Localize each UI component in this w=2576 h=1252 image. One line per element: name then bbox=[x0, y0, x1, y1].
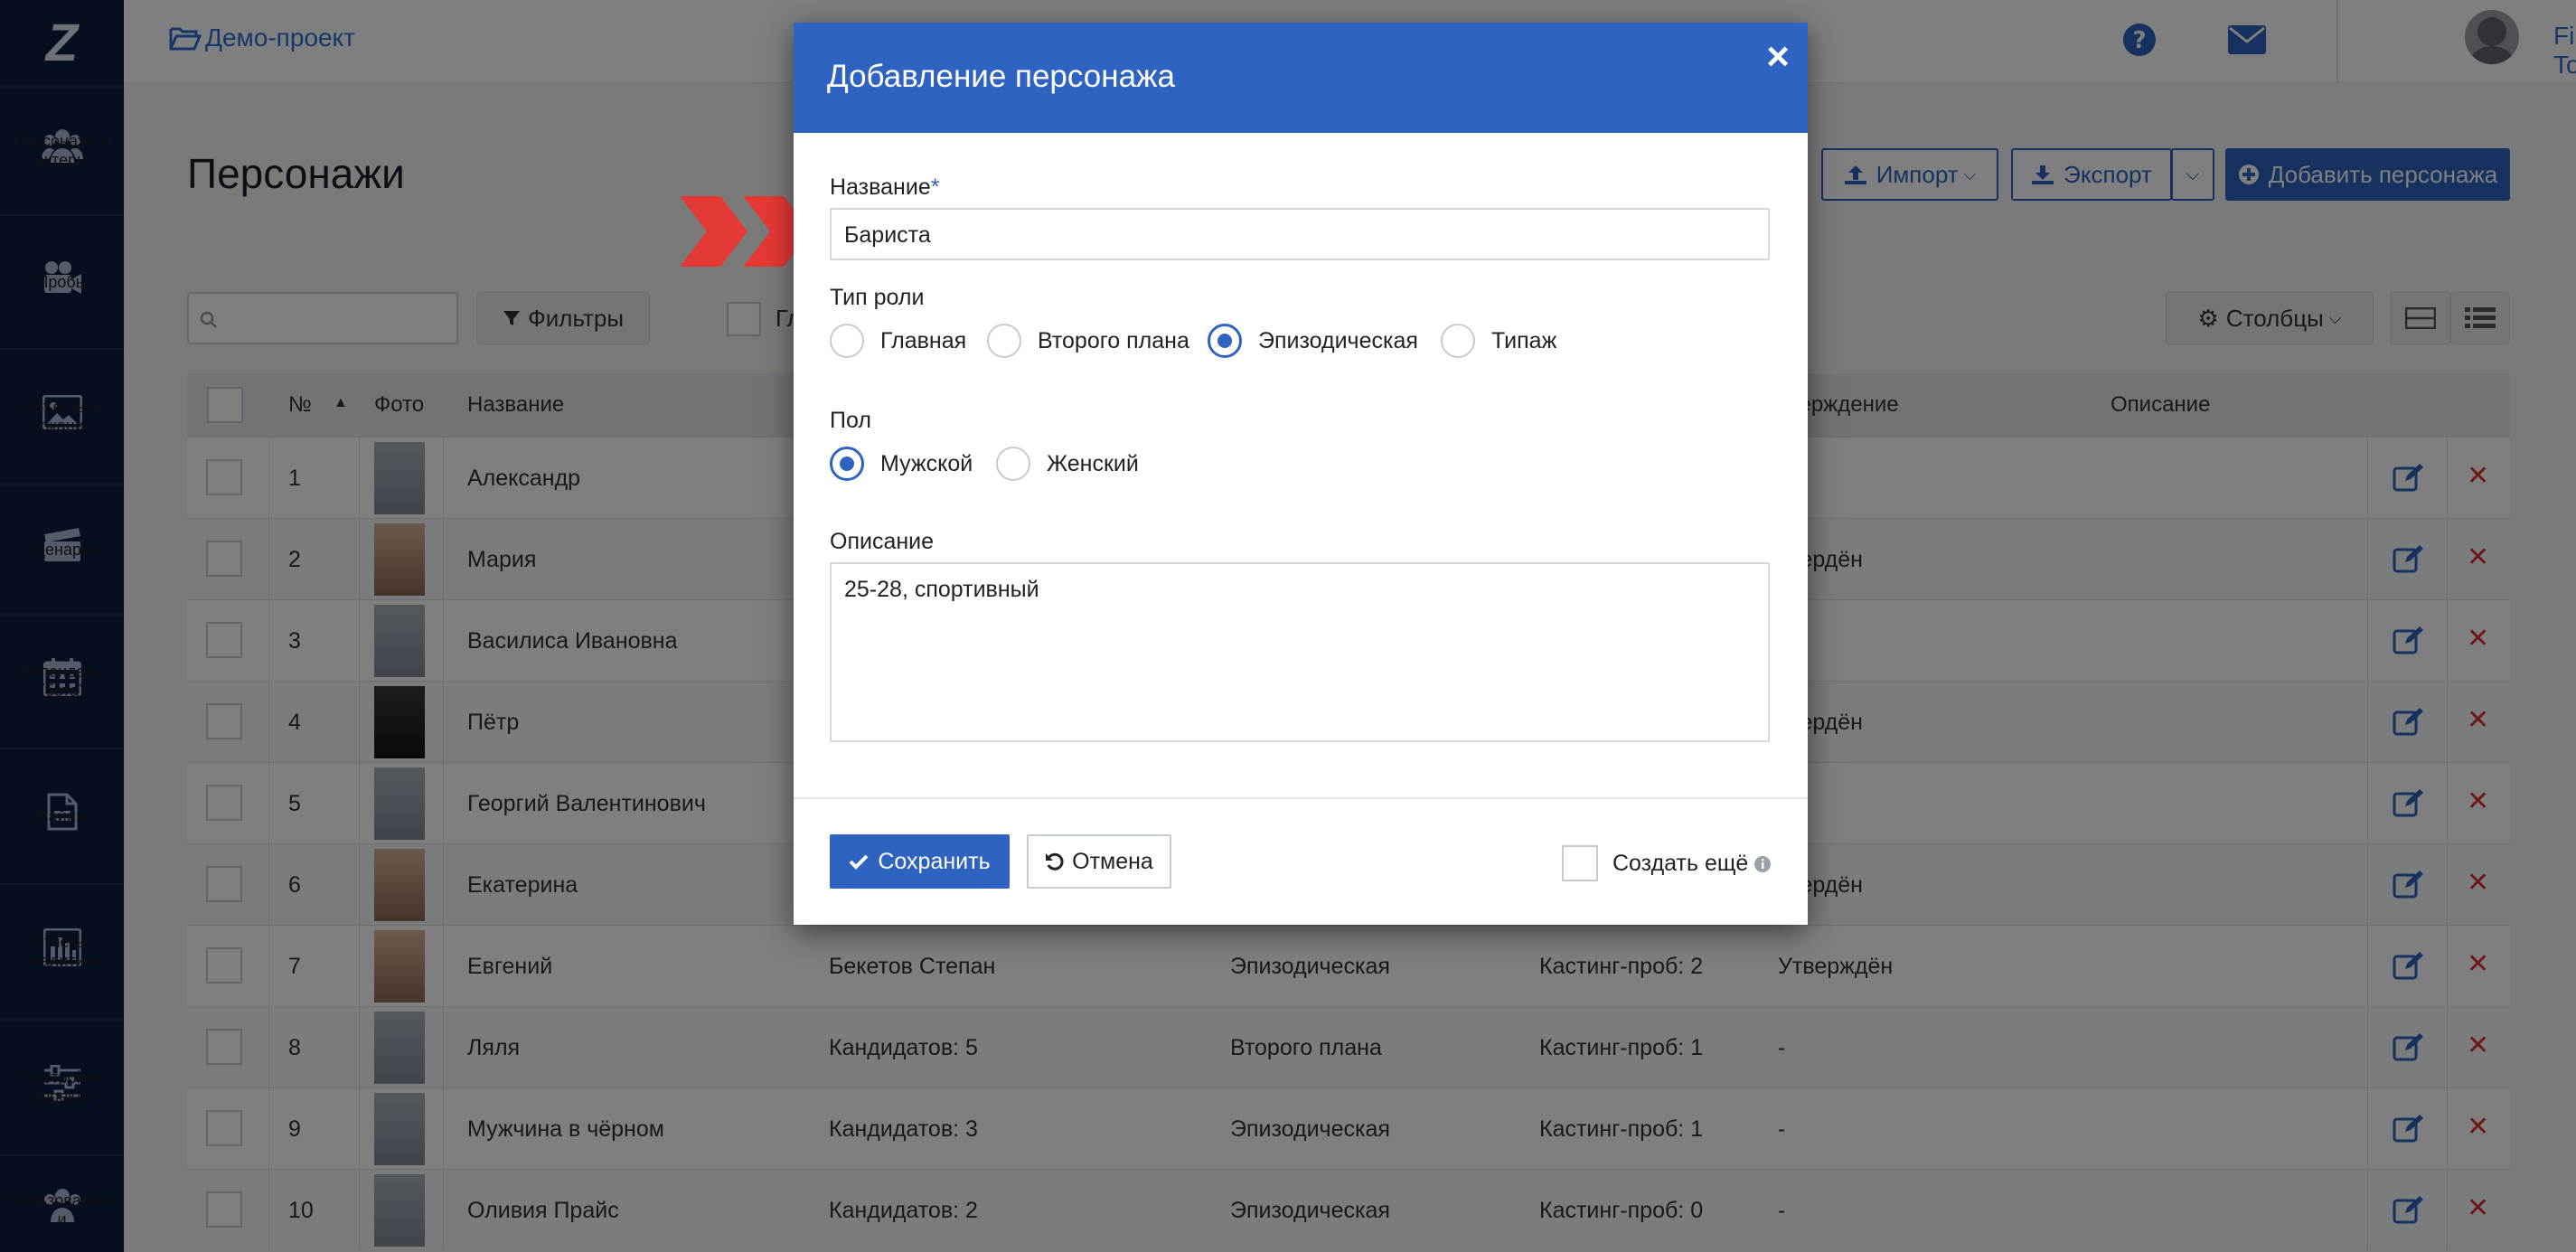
role-radio-secondary[interactable]: Второго плана bbox=[987, 324, 1189, 358]
modal-title: Добавление персонажа bbox=[827, 59, 1175, 94]
create-more-checkbox[interactable] bbox=[1562, 845, 1598, 881]
name-field[interactable]: Бариста bbox=[830, 208, 1770, 260]
role-radio-episodic[interactable]: Эпизодическая bbox=[1208, 324, 1418, 358]
undo-icon bbox=[1046, 852, 1064, 871]
cancel-button[interactable]: Отмена bbox=[1027, 834, 1171, 889]
add-character-modal: Добавление персонажа × Название* Бариста… bbox=[794, 23, 1808, 925]
name-field-label: Название* bbox=[830, 174, 940, 200]
required-mark: * bbox=[930, 174, 940, 200]
description-label: Описание bbox=[830, 529, 935, 554]
role-type-label: Тип роли bbox=[830, 285, 925, 310]
info-icon[interactable] bbox=[1753, 855, 1772, 873]
gender-radio-male[interactable]: Мужской bbox=[830, 447, 973, 481]
gender-label: Пол bbox=[830, 408, 871, 433]
check-icon bbox=[849, 854, 869, 870]
role-radio-main[interactable]: Главная bbox=[830, 324, 966, 358]
modal-header: Добавление персонажа × bbox=[794, 23, 1808, 133]
modal-divider bbox=[794, 797, 1808, 799]
create-more-label: Создать ещё bbox=[1612, 851, 1772, 877]
role-radio-type[interactable]: Типаж bbox=[1441, 324, 1556, 358]
description-field[interactable]: 25-28, спортивный bbox=[830, 562, 1770, 742]
close-icon[interactable]: × bbox=[1766, 37, 1790, 77]
gender-radio-female[interactable]: Женский bbox=[996, 447, 1139, 481]
save-button[interactable]: Сохранить bbox=[830, 834, 1010, 889]
